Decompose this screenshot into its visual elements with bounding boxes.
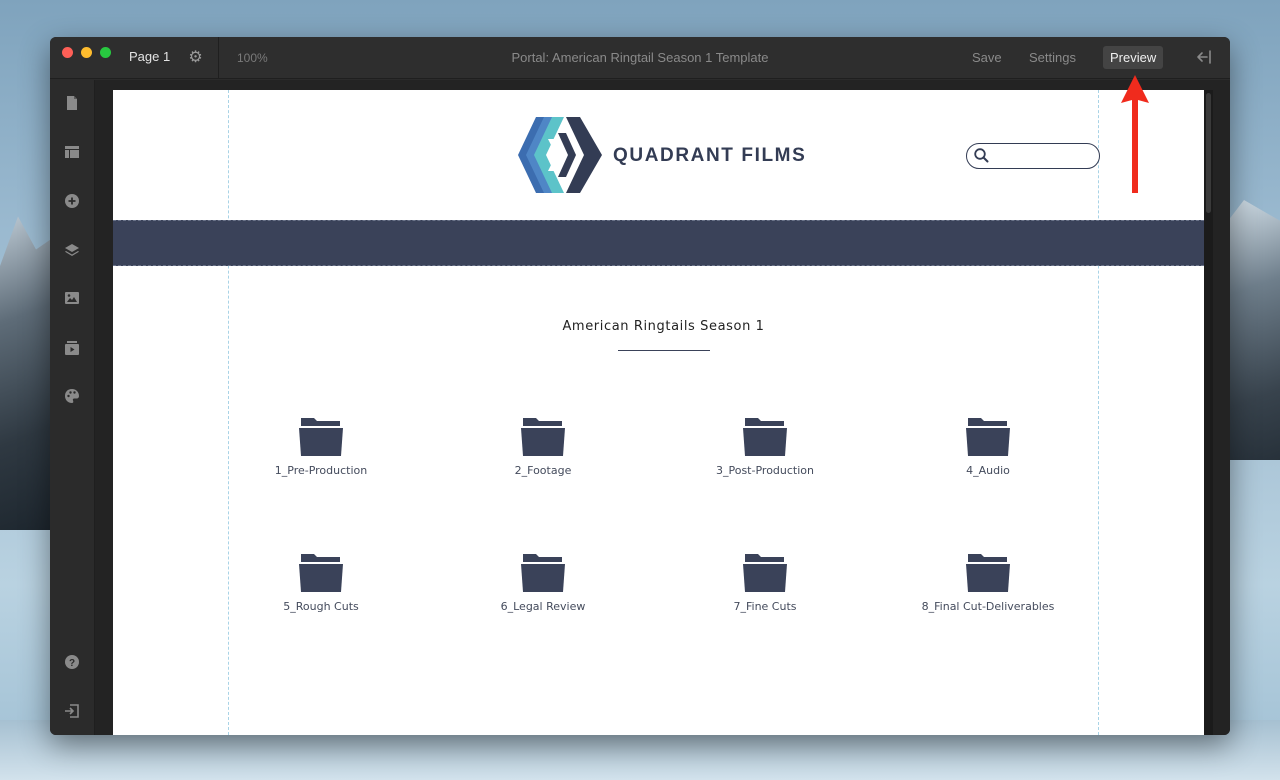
folder-label: 4_Audio: [966, 464, 1010, 477]
page-selector[interactable]: Page 1: [129, 49, 170, 64]
help-icon[interactable]: ?: [64, 654, 80, 670]
folder-icon: [299, 554, 343, 592]
section-title: American Ringtails Season 1: [562, 319, 765, 334]
folder-label: 5_Rough Cuts: [283, 600, 359, 613]
folder-icon: [521, 554, 565, 592]
folder-item[interactable]: 7_Fine Cuts: [685, 553, 845, 613]
palette-icon[interactable]: [64, 388, 80, 404]
folder-label: 6_Legal Review: [500, 600, 586, 613]
search-icon: [974, 148, 989, 163]
plus-circle-icon[interactable]: [64, 193, 80, 209]
brand-name: QUADRANT FILMS: [613, 145, 807, 166]
nav-band: [113, 220, 1204, 266]
folder-icon: [299, 418, 343, 456]
image-icon[interactable]: [64, 290, 80, 306]
folder-item[interactable]: 1_Pre-Production: [241, 417, 401, 477]
folder-icon: [966, 418, 1010, 456]
folder-icon: [743, 554, 787, 592]
page-canvas: QUADRANT FILMS American Ringtails Season…: [113, 90, 1204, 735]
left-sidebar: ?: [50, 80, 95, 735]
folder-item[interactable]: 4_Audio: [908, 417, 1068, 477]
minimize-window-button[interactable]: [81, 47, 92, 58]
annotation-arrow-icon: [1121, 75, 1149, 193]
zoom-level[interactable]: 100%: [237, 51, 268, 65]
folder-item[interactable]: 3_Post-Production: [685, 417, 845, 477]
logout-icon[interactable]: [64, 703, 80, 719]
traffic-lights: [62, 47, 111, 58]
folder-item[interactable]: 5_Rough Cuts: [241, 553, 401, 613]
folder-icon: [966, 554, 1010, 592]
settings-button[interactable]: Settings: [1029, 50, 1076, 65]
folder-item[interactable]: 8_Final Cut-Deliverables: [908, 553, 1068, 613]
folder-label: 1_Pre-Production: [274, 464, 368, 477]
title-underline: [618, 350, 710, 351]
document-icon[interactable]: [64, 95, 80, 111]
app-window: Page 1 ⚙ 100% Portal: American Ringtail …: [50, 37, 1230, 735]
svg-text:?: ?: [69, 658, 75, 669]
folder-icon: [743, 418, 787, 456]
folder-label: 7_Fine Cuts: [733, 600, 797, 613]
folder-item[interactable]: 6_Legal Review: [463, 553, 623, 613]
toolbar-divider: [218, 37, 219, 79]
layout-icon[interactable]: [64, 144, 80, 160]
collapse-panel-icon[interactable]: [1196, 49, 1212, 65]
close-window-button[interactable]: [62, 47, 73, 58]
folder-label: 2_Footage: [514, 464, 572, 477]
column-guide-right: [1098, 90, 1099, 735]
folder-icon: [521, 418, 565, 456]
zoom-window-button[interactable]: [100, 47, 111, 58]
preview-button[interactable]: Preview: [1103, 46, 1164, 69]
folder-label: 3_Post-Production: [715, 464, 814, 477]
gear-icon[interactable]: ⚙: [187, 49, 204, 66]
column-guide-left: [228, 90, 229, 735]
save-button[interactable]: Save: [972, 50, 1002, 65]
search-input[interactable]: [966, 143, 1100, 169]
title-bar: Page 1 ⚙ 100% Portal: American Ringtail …: [50, 37, 1230, 79]
folder-item[interactable]: 2_Footage: [463, 417, 623, 477]
quadrant-logo-icon[interactable]: [518, 117, 602, 193]
folder-label: 8_Final Cut-Deliverables: [921, 600, 1055, 613]
canvas-scrollbar-thumb[interactable]: [1206, 93, 1211, 213]
media-icon[interactable]: [64, 340, 80, 356]
layers-icon[interactable]: [64, 242, 80, 258]
